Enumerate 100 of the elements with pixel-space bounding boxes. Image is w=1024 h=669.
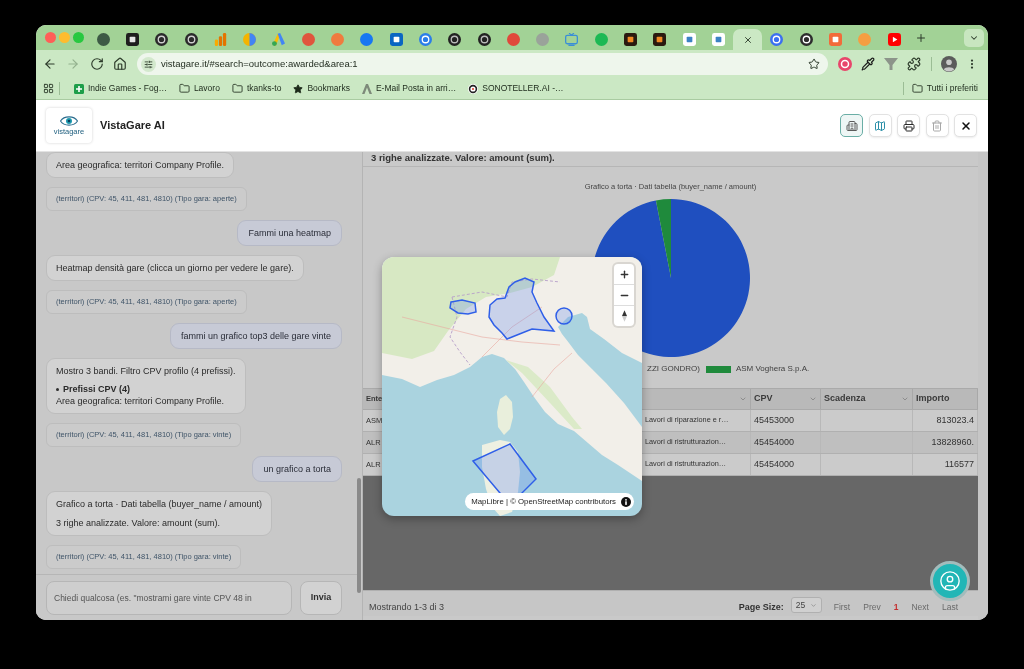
sliders-icon bbox=[143, 59, 153, 69]
favicon-icon bbox=[301, 33, 315, 46]
message-text: Prefissi CPV (4) bbox=[63, 383, 131, 395]
building-view-button[interactable] bbox=[840, 114, 863, 137]
message-text: Area geografica: territori Company Profile. bbox=[56, 159, 225, 171]
circle-logo-icon bbox=[468, 83, 479, 94]
printer-icon bbox=[902, 119, 915, 132]
favicon-icon bbox=[536, 33, 550, 46]
favicon-icon bbox=[418, 33, 432, 46]
favicon-icon bbox=[331, 33, 344, 46]
app-title: VistaGare AI bbox=[100, 118, 165, 134]
trash-icon bbox=[931, 119, 943, 132]
address-bar[interactable]: vistagare.it/#search=outcome:awarded&area:1 bbox=[136, 53, 828, 75]
home-icon[interactable] bbox=[112, 57, 127, 71]
user-message: un grafico a torta bbox=[252, 456, 342, 482]
favicon-icon bbox=[477, 33, 491, 46]
avatar-icon[interactable] bbox=[940, 56, 957, 72]
favicon-icon bbox=[770, 33, 784, 46]
message-text: Grafico a torta · Dati tabella (buyer_name / amount) bbox=[56, 498, 263, 510]
close-icon bbox=[959, 119, 972, 132]
delete-button[interactable] bbox=[925, 114, 949, 137]
favicon-icon bbox=[155, 33, 169, 46]
bookmark-item[interactable]: Indie Games - Fog… bbox=[74, 82, 167, 95]
favicon-icon bbox=[360, 33, 374, 46]
highlighted-region bbox=[449, 299, 477, 315]
eye-logo-icon bbox=[60, 115, 78, 126]
amount-value: 813023.4 bbox=[936, 413, 974, 427]
building-icon bbox=[845, 119, 858, 132]
row-count-text: Mostrando 1-3 di 3 bbox=[369, 602, 445, 613]
favicon-icon bbox=[829, 33, 843, 46]
column-title[interactable]: Scadenza bbox=[824, 392, 866, 406]
site-info-button[interactable] bbox=[140, 56, 156, 72]
favicon-icon bbox=[125, 33, 139, 46]
favicon-icon bbox=[624, 33, 637, 46]
scrollbar-thumb[interactable] bbox=[357, 478, 361, 593]
bookmark-item[interactable]: Bookmarks bbox=[293, 82, 350, 95]
bookmark-item[interactable]: E-Mail Posta in arri… bbox=[361, 82, 457, 95]
send-button[interactable]: Invia bbox=[300, 581, 342, 615]
highlighted-circle bbox=[555, 307, 573, 325]
favicon-icon bbox=[858, 33, 872, 46]
star-icon bbox=[293, 83, 304, 94]
map-view-button[interactable] bbox=[868, 114, 892, 137]
map-icon bbox=[874, 119, 886, 132]
favicon-icon bbox=[653, 33, 667, 46]
user-message: fammi un grafico top3 delle gare vinte bbox=[169, 323, 342, 349]
bookmark-star-icon[interactable] bbox=[807, 58, 820, 70]
favicon-icon bbox=[565, 33, 579, 46]
cpv-code: 45454000 bbox=[754, 435, 795, 449]
favicon-icon bbox=[506, 33, 520, 46]
favicon-icon bbox=[799, 33, 813, 46]
column-title[interactable]: Importo bbox=[916, 392, 950, 406]
reload-icon[interactable] bbox=[89, 57, 104, 71]
page-size-select[interactable]: 25 bbox=[790, 597, 822, 613]
close-icon[interactable] bbox=[742, 34, 753, 45]
funnel-icon[interactable] bbox=[883, 57, 898, 71]
circle-logo-icon[interactable] bbox=[837, 57, 852, 71]
bookmark-item[interactable]: SONOTELLER.AI -… bbox=[468, 82, 564, 95]
message-text: Area geografica: territori Company Profile. bbox=[56, 395, 225, 407]
print-button[interactable] bbox=[897, 114, 920, 137]
favicon-icon bbox=[184, 33, 198, 46]
favicon-icon bbox=[887, 33, 901, 46]
chevron-down-icon bbox=[809, 601, 817, 609]
folder-icon bbox=[231, 83, 243, 94]
favicon-icon bbox=[96, 33, 110, 46]
favicon-icon bbox=[272, 33, 286, 46]
close-button[interactable] bbox=[954, 114, 977, 137]
amount-value: 13828960. bbox=[931, 435, 974, 449]
message-input[interactable]: Chiedi qualcosa (es. "mostrami gare vinte CPV 48 in bbox=[46, 581, 292, 615]
message-text: 3 righe analizzate. Valore: amount (sum). bbox=[56, 517, 220, 529]
favicon-icon bbox=[389, 33, 403, 46]
column-title[interactable]: CPV bbox=[754, 392, 773, 406]
mountain-icon bbox=[361, 83, 372, 94]
legend-label: ASM Voghera S.p.A. bbox=[735, 364, 810, 374]
compass-icon bbox=[621, 310, 627, 322]
extensions-icon[interactable] bbox=[906, 57, 921, 71]
user-icon bbox=[939, 570, 961, 592]
bookmark-item[interactable]: tkanks-to bbox=[231, 82, 282, 95]
summary-text: 3 righe analizzate. Valore: amount (sum). bbox=[371, 152, 555, 164]
favicon-icon bbox=[243, 33, 257, 46]
grid-icon[interactable] bbox=[43, 83, 54, 94]
cpv-code: 45454000 bbox=[754, 457, 795, 471]
amount-value: 116577 bbox=[944, 457, 974, 471]
message-text: Mostro 3 bandi. Filtro CPV profilo (4 prefissi). bbox=[56, 365, 236, 377]
info-icon[interactable] bbox=[621, 496, 631, 507]
island bbox=[497, 395, 513, 435]
new-tab-icon[interactable] bbox=[914, 31, 927, 44]
favicon-icon bbox=[448, 33, 462, 46]
plus-square-icon bbox=[74, 83, 84, 94]
bookmark-item[interactable]: Lavoro bbox=[178, 82, 220, 95]
folder-icon bbox=[911, 83, 923, 94]
plus-icon bbox=[618, 268, 630, 280]
legend-label: ZZI GONDRO) bbox=[647, 364, 700, 374]
cpv-code: 45453000 bbox=[754, 413, 795, 427]
favicon-icon bbox=[682, 33, 696, 46]
pipette-icon[interactable] bbox=[860, 57, 875, 71]
highlighted-region bbox=[488, 277, 556, 340]
favicon-icon bbox=[711, 33, 725, 46]
folder-icon bbox=[178, 83, 190, 94]
bookmark-item[interactable]: Tutti i preferiti bbox=[911, 82, 978, 95]
favicon-icon bbox=[594, 33, 608, 46]
